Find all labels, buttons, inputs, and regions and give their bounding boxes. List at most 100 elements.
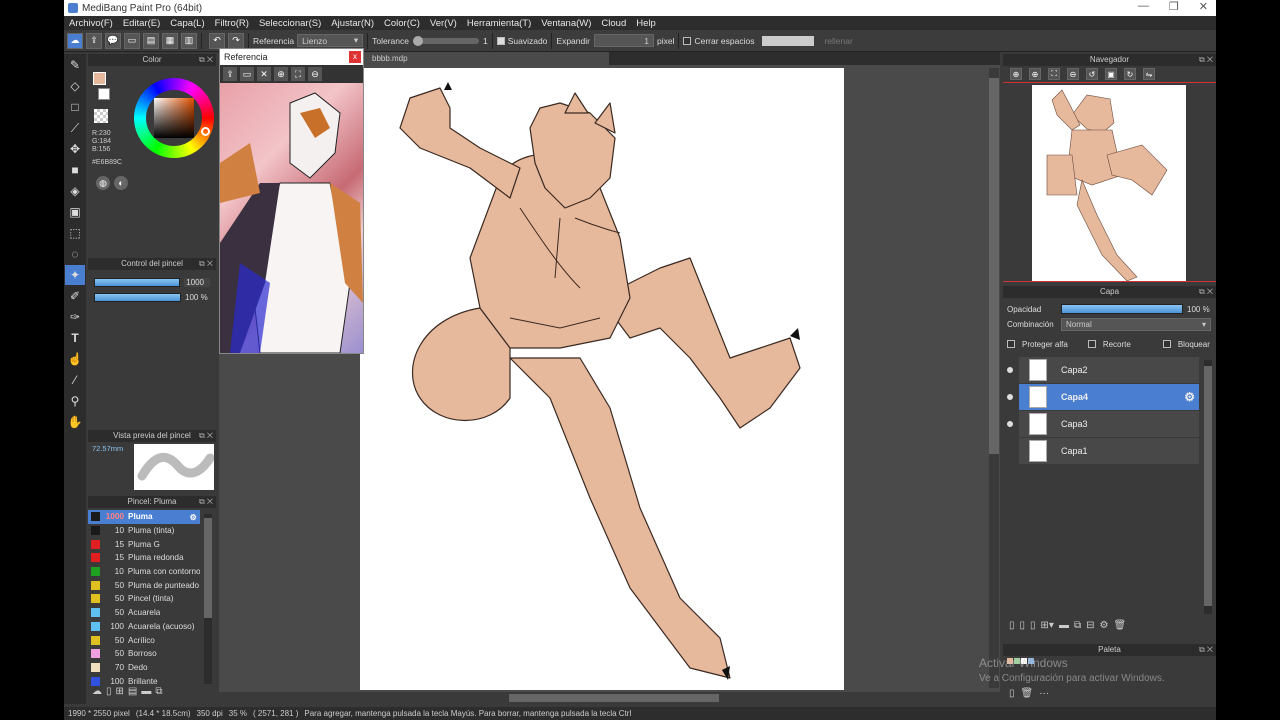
brush-cloud-icon[interactable]: ☁ (92, 686, 102, 697)
open-folder-icon[interactable]: ▭ (240, 67, 254, 81)
hand-tool-icon[interactable]: ✋ (65, 412, 85, 432)
panel-controls-icon[interactable]: ⧉ ✕ (199, 496, 213, 508)
undo-icon[interactable]: ↶ (209, 32, 225, 49)
brush-opacity-slider[interactable] (94, 293, 181, 302)
document-tab[interactable]: bbbb.mdp (364, 52, 609, 65)
rellenar-button[interactable]: rellenar (824, 36, 852, 46)
close-window-button[interactable]: ✕ (1199, 0, 1208, 13)
scrollbar-thumb[interactable] (989, 78, 999, 454)
actual-size-icon[interactable]: ▣ (1105, 68, 1117, 80)
menu-capa[interactable]: Capa(L) (165, 18, 209, 29)
navigator-preview[interactable] (1003, 82, 1216, 282)
zoom-in-icon[interactable]: ⊕ (1010, 68, 1022, 80)
foreground-color-swatch[interactable] (93, 72, 106, 85)
fill-rect-tool-icon[interactable]: ■ (65, 160, 85, 180)
fit-screen-icon[interactable]: ⛶ (1048, 68, 1060, 80)
new-brush-icon[interactable]: ▯ (106, 686, 112, 697)
move-tool-icon[interactable]: ✥ (65, 139, 85, 159)
clip-checkbox[interactable] (1087, 340, 1096, 348)
palette-wheel-icon[interactable]: ◍ (96, 176, 110, 190)
upload-icon[interactable]: ⇪ (223, 67, 237, 81)
select-tool-icon[interactable]: ⬚ (65, 223, 85, 243)
panel-controls-icon[interactable]: ⧉ ✕ (1199, 644, 1213, 656)
visibility-eye-icon[interactable] (1007, 421, 1013, 427)
protect-alpha-checkbox[interactable] (1007, 340, 1015, 348)
menu-help[interactable]: Help (631, 18, 661, 29)
menu-archivo[interactable]: Archivo(F) (64, 18, 118, 29)
scrollbar-thumb[interactable] (509, 694, 719, 702)
dot-pen-tool-icon[interactable]: ⟋ (65, 118, 85, 138)
layer-folder-icon[interactable]: ▬ (1059, 620, 1069, 631)
lock-checkbox[interactable] (1162, 340, 1171, 348)
operation-tool-icon[interactable]: ☝ (65, 349, 85, 369)
delete-palette-icon[interactable]: 🗑 (1021, 688, 1034, 699)
brush-item[interactable]: 15 Pluma redonda (88, 551, 200, 565)
layer-item[interactable]: Capa3 (1007, 411, 1199, 437)
cloud-icon[interactable]: ☁ (67, 32, 83, 49)
brush-settings-icon[interactable]: ▤ (128, 686, 137, 697)
menu-color[interactable]: Color(C) (379, 18, 425, 29)
suavizado-checkbox[interactable] (496, 36, 505, 45)
maximize-button[interactable]: ❐ (1169, 0, 1179, 13)
menu-cloud[interactable]: Cloud (596, 18, 631, 29)
brush-item[interactable]: 10 Pluma (tinta) (88, 524, 200, 538)
select-pen-tool-icon[interactable]: ✐ (65, 286, 85, 306)
layer-item[interactable]: Capa2 (1007, 357, 1199, 383)
layer-settings-icon[interactable]: ⚙ (1184, 390, 1195, 404)
brush-item[interactable]: 100 Acuarela (acuoso) (88, 620, 200, 634)
lasso-tool-icon[interactable]: ◌ (65, 244, 85, 264)
transparent-swatch[interactable] (94, 109, 108, 123)
speech-bubble-icon[interactable]: 💬 (105, 32, 121, 49)
panel-controls-icon[interactable]: ⧉ ✕ (199, 258, 213, 270)
magic-wand-tool-icon[interactable]: ✦ (65, 265, 85, 285)
menu-seleccionar[interactable]: Seleccionar(S) (254, 18, 326, 29)
panel-controls-icon[interactable]: ⧉ ✕ (1199, 54, 1213, 66)
rotate-left-icon[interactable]: ↺ (1086, 68, 1098, 80)
brush-folder-icon[interactable]: ▬ (141, 686, 151, 697)
select-eraser-tool-icon[interactable]: ✑ (65, 307, 85, 327)
brush-item[interactable]: 70 Dedo (88, 661, 200, 675)
canvas-vertical-scrollbar[interactable] (989, 68, 999, 688)
scrollbar-thumb[interactable] (204, 518, 212, 618)
page-icon[interactable]: ▤ (143, 32, 159, 49)
rotate-right-icon[interactable]: ↻ (1124, 68, 1136, 80)
delete-layer-icon[interactable]: 🗑 (1113, 620, 1126, 631)
minimize-button[interactable]: — (1138, 0, 1149, 13)
eyedropper-tool-icon[interactable]: ⚲ (65, 391, 85, 411)
layer-settings-icon[interactable]: ⚙ (1099, 620, 1108, 631)
hue-marker[interactable] (201, 127, 210, 136)
brush-item[interactable]: 50 Borroso (88, 647, 200, 661)
new-layer-icon[interactable]: ▯ (1009, 620, 1015, 631)
drawing-canvas[interactable] (360, 68, 844, 690)
zoom-in-2-icon[interactable]: ⊕ (1029, 68, 1041, 80)
panel-controls-icon[interactable]: ⧉ ✕ (199, 54, 213, 66)
layer-list-scrollbar[interactable] (1204, 360, 1212, 614)
zoom-out-icon[interactable]: ⊖ (308, 67, 322, 81)
bucket-tool-icon[interactable]: ◈ (65, 181, 85, 201)
fit-icon[interactable]: ⛶ (291, 67, 305, 81)
comment-icon[interactable]: ▭ (124, 32, 140, 49)
brush-list-scrollbar[interactable] (204, 514, 212, 684)
layer-item[interactable]: Capa1 (1019, 438, 1199, 464)
gap-slider[interactable] (762, 35, 815, 46)
brush-tool-icon[interactable]: ✎ (65, 55, 85, 75)
brush-item[interactable]: 15 Pluma G (88, 537, 200, 551)
brush-item[interactable]: 1000 Pluma ⚙ (88, 510, 200, 524)
close-reference-button[interactable]: x (349, 51, 361, 63)
zoom-in-icon[interactable]: ⊕ (274, 67, 288, 81)
gradient-tool-icon[interactable]: ▣ (65, 202, 85, 222)
brush-size-slider[interactable] (94, 278, 181, 287)
divide-tool-icon[interactable]: ⁄ (65, 370, 85, 390)
flip-icon[interactable]: ⇋ (1143, 68, 1155, 80)
merge-layer-icon[interactable]: ⊟ (1086, 620, 1094, 631)
redo-icon[interactable]: ↷ (228, 32, 244, 49)
menu-filtro[interactable]: Filtro(R) (210, 18, 254, 29)
brush-opacity-value[interactable]: 100 % (185, 293, 208, 302)
panel-controls-icon[interactable]: ⧉ ✕ (1199, 286, 1213, 298)
brush-settings-icon[interactable]: ⚙ (190, 512, 197, 522)
new-halftone-layer-icon[interactable]: ▯ (1020, 620, 1026, 631)
panel-controls-icon[interactable]: ⧉ ✕ (199, 430, 213, 442)
close-image-icon[interactable]: ✕ (257, 67, 271, 81)
color-set-icon[interactable]: ◐ (114, 176, 128, 190)
menu-ajustar[interactable]: Ajustar(N) (326, 18, 379, 29)
